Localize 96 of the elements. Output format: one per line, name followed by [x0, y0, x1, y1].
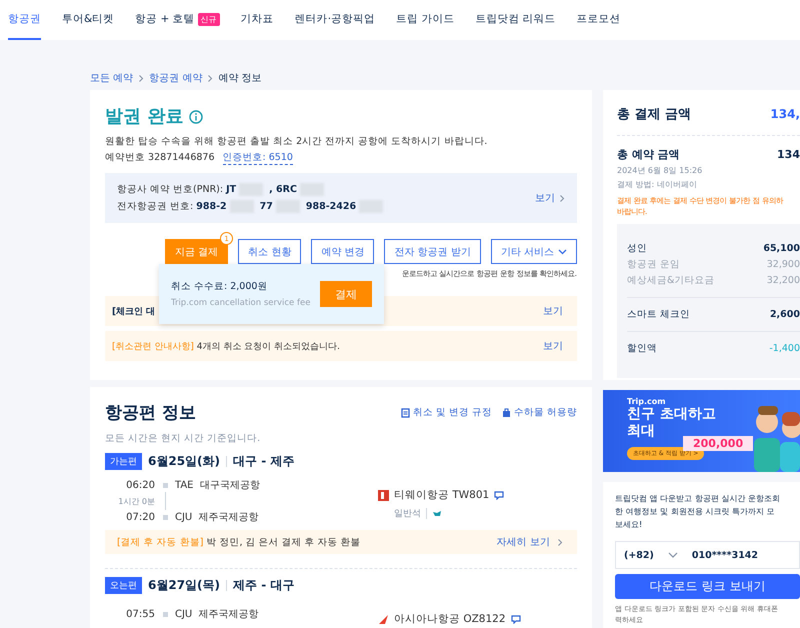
chat-icon[interactable]	[494, 490, 504, 500]
leg-badge: 오는편	[105, 577, 142, 594]
time-text: 07:55	[125, 608, 155, 620]
nav-tab[interactable]: 렌터카·공항픽업	[294, 0, 376, 40]
view-link[interactable]: 보기	[543, 339, 563, 353]
nav-tab[interactable]: 투어&티켓	[62, 0, 114, 40]
time-text: 06:20	[125, 480, 155, 490]
booked-label: 총 예약 금액	[617, 147, 680, 162]
airline-flight: 티웨이항공 TW801	[394, 488, 490, 502]
chevron-right-icon	[207, 74, 214, 82]
payment-method: 결제 방법: 네이버페이	[617, 179, 698, 190]
info-icon[interactable]	[189, 110, 204, 124]
action-button[interactable]: 기타 서비스	[490, 239, 577, 264]
leg-route: 제주 - 대구	[233, 577, 294, 594]
wing-logo-icon	[378, 614, 389, 624]
auth-code-link[interactable]: 인증번호: 6510	[222, 152, 293, 165]
timezone-note: 모든 시간은 현지 시간 기준입니다.	[105, 432, 262, 445]
nav-tab[interactable]: 기차표	[240, 0, 274, 40]
country-code[interactable]: (+82)	[624, 550, 654, 560]
booked-amount: 134	[777, 148, 800, 161]
airline-logo-icon	[378, 490, 389, 500]
price-label: 항공권 운임	[627, 258, 680, 271]
banner-headline: 최대	[627, 423, 656, 440]
pnr-value: , 6RC	[269, 184, 297, 195]
nav-tab[interactable]: 항공 + 호텔 신규	[135, 0, 220, 40]
chat-icon[interactable]	[510, 614, 521, 624]
phone-field[interactable]: (+82) 010****3142	[615, 541, 800, 569]
pnr-label: 전자항공권 번호:	[117, 200, 194, 213]
action-button[interactable]: 취소 현황	[238, 239, 302, 264]
notice-text: [체크인 대	[112, 306, 156, 318]
price-label: 성인	[627, 242, 647, 255]
pnr-value: 988-2426	[306, 201, 356, 212]
leg-badge: 가는편	[105, 453, 142, 470]
banner-headline: 친구 초대하고	[627, 406, 717, 423]
action-button[interactable]: 예약 변경	[311, 239, 374, 264]
seat-icon	[432, 510, 442, 518]
brand-text: Trip.com	[627, 397, 667, 406]
pnr-label: 항공사 예약 번호(PNR):	[117, 183, 224, 196]
airport-text: CJU 제주국제공항	[175, 608, 260, 621]
time-text: 07:20	[125, 512, 155, 522]
luggage-icon	[502, 408, 511, 418]
refund-text: [결제 후 자동 환불] 박 정민, 김 은서 결제 후 자동 환불	[117, 536, 361, 548]
new-badge: 신규	[198, 12, 220, 26]
promo-text: 트립닷컴 앱 다운받고 항공편 실시간 운항조회	[615, 492, 782, 505]
policy-link[interactable]: 취소 및 변경 규정	[400, 406, 492, 419]
price-value: 32,200	[766, 274, 800, 287]
nav-tab[interactable]: 트립 가이드	[396, 0, 454, 40]
fee-caption: Trip.com cancellation service fee	[171, 298, 310, 308]
pnr-value: 77	[260, 201, 273, 212]
promo-text: 한 여행정보 및 회원전용 시크릿 특가까지 모	[615, 505, 776, 518]
cancel-fee: 취소 수수료: 2,000원	[171, 280, 268, 293]
pnr-value: 988-2	[196, 201, 227, 212]
pnr-value: JT	[226, 184, 236, 195]
leg-date: 6월25일(화)	[148, 453, 220, 470]
arrival-notice: 원활한 탑승 수속을 위해 항공편 출발 최소 2시간 전까지 공항에 도착하시기 바랍니다.	[105, 136, 488, 148]
price-label: 할인액	[627, 342, 657, 355]
breadcrumb-link[interactable]: 항공권 예약	[149, 71, 202, 85]
price-value: 2,600	[770, 308, 800, 321]
payment-date: 2024년 6월 8일 15:26	[617, 165, 704, 176]
send-link-button[interactable]: 다운로드 링크 보내기	[615, 574, 800, 599]
action-button[interactable]: 전자 항공권 받기	[384, 239, 481, 264]
document-icon	[400, 408, 410, 418]
notice-text: [취소관련 안내사항] 4개의 취소 요청이 취소되었습니다.	[112, 340, 340, 352]
price-value: 32,900	[766, 258, 800, 271]
reward-amount: 200,000	[683, 436, 754, 451]
view-link[interactable]: 보기	[535, 191, 565, 205]
airport-text: CJU 제주국제공항	[175, 511, 260, 524]
total-amount: 134,	[770, 107, 800, 121]
price-label: 스마트 체크인	[627, 308, 690, 321]
booking-number: 예약번호 32871446876	[105, 152, 215, 165]
details-link[interactable]: 자세히 보기	[496, 535, 563, 549]
price-label: 예상세금&기타요금	[627, 274, 714, 287]
chevron-right-icon	[559, 194, 565, 202]
nav-tab[interactable]: 항공권	[8, 0, 41, 40]
policy-link[interactable]: 수하물 허용량	[502, 406, 577, 419]
leg-date: 6월27일(목)	[148, 577, 220, 594]
section-title: 항공편 정보	[105, 402, 196, 424]
chevron-right-icon	[138, 74, 144, 82]
chevron-right-icon	[557, 538, 563, 546]
cabin-class: 일반석	[394, 508, 421, 520]
chevron-down-icon	[668, 552, 678, 558]
view-link[interactable]: 보기	[543, 304, 563, 318]
breadcrumb-link[interactable]: 모든 예약	[90, 71, 134, 85]
summary-title: 총 결제 금액	[617, 106, 692, 123]
airport-text: TAE 대구국제공항	[175, 479, 261, 492]
phone-number: 010****3142	[692, 550, 758, 560]
promo-text: 보세요!	[615, 518, 644, 531]
duration-text: 1시간 0분	[117, 496, 155, 506]
caret-icon	[558, 248, 567, 254]
price-value: -1,400	[769, 342, 800, 355]
airline-flight: 아시아나항공 OZ8122	[394, 612, 506, 626]
nav-tab[interactable]: 트립닷컴 리워드	[475, 0, 556, 40]
nav-tab[interactable]: 프로모션	[576, 0, 621, 40]
leg-route: 대구 - 제주	[233, 453, 294, 470]
price-value: 65,100	[763, 242, 800, 255]
status-title: 발권 완료	[105, 106, 184, 128]
